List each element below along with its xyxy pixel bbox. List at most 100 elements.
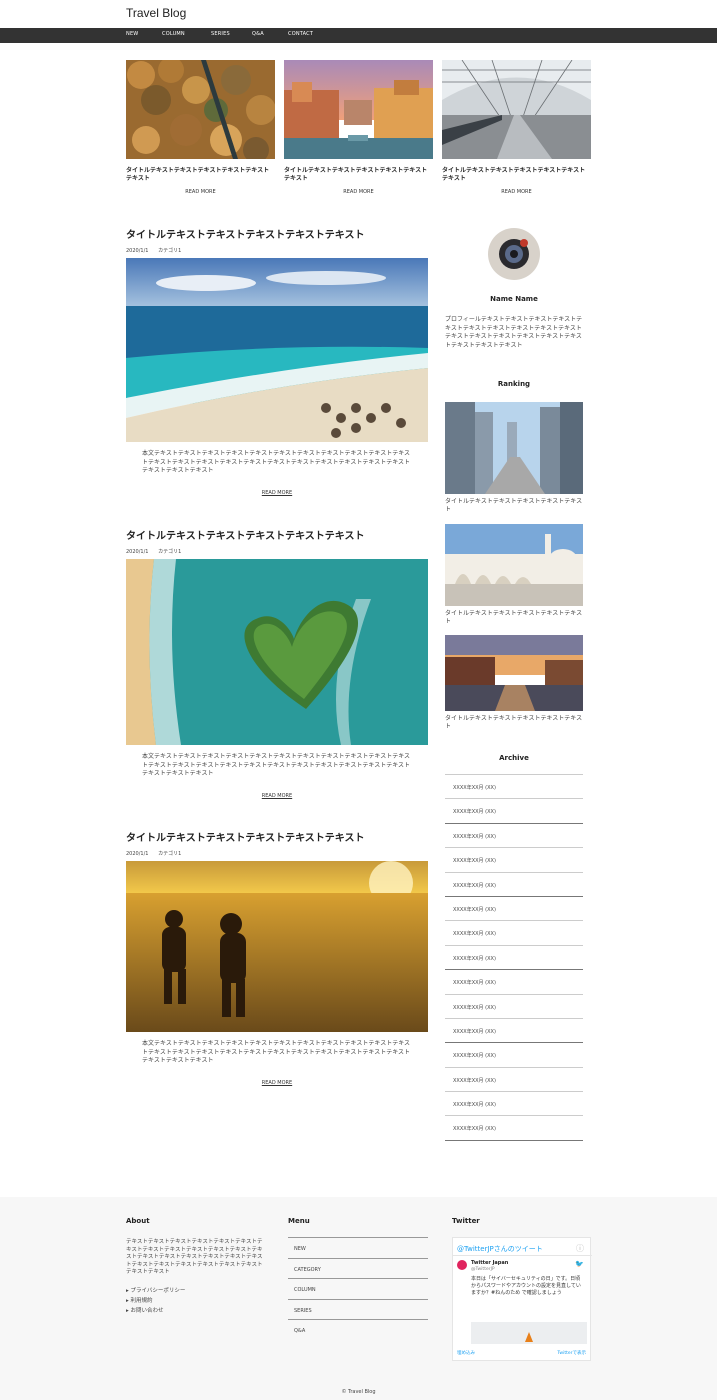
tweet-media[interactable]: [471, 1322, 587, 1344]
post-image-heart-island[interactable]: [126, 559, 428, 745]
about-heading: About: [126, 1217, 150, 1225]
twitter-divider: [453, 1255, 592, 1256]
ranking-title[interactable]: タイトルテキストテキストテキストテキストテキスト: [445, 610, 583, 626]
archive-heading: Archive: [499, 754, 529, 762]
archive-item[interactable]: XXXX年XX月 (XX): [445, 897, 583, 922]
pickup-card[interactable]: タイトルテキストテキストテキストテキストテキストテキスト READ MORE: [126, 60, 275, 195]
read-more-link[interactable]: READ MORE: [284, 189, 433, 195]
ranking-heading: Ranking: [497, 380, 531, 388]
ranking-image-canal[interactable]: [445, 635, 583, 711]
post-date: 2020/1/1: [126, 248, 149, 254]
nav-item-new[interactable]: NEW: [126, 31, 138, 37]
post-date: 2020/1/1: [126, 549, 149, 555]
read-more-link[interactable]: READ MORE: [126, 1080, 428, 1086]
post-title[interactable]: タイトルテキストテキストテキストテキストテキスト: [126, 527, 428, 542]
post-category[interactable]: カテゴリ1: [158, 248, 181, 254]
post-article: タイトルテキストテキストテキストテキストテキスト 2020/1/1 カテゴリ1 …: [126, 226, 428, 496]
tweet-text: 本日は「サイバーセキュリティの日」です。日頃からパスワードやアカウントの設定を見…: [471, 1276, 581, 1296]
post-category[interactable]: カテゴリ1: [158, 549, 181, 555]
ranking-image-city[interactable]: [445, 402, 583, 494]
archive-item[interactable]: XXXX年XX月 (XX): [445, 1116, 583, 1141]
post-meta: 2020/1/1 カテゴリ1: [126, 247, 428, 254]
ranking-image-mosque[interactable]: [445, 524, 583, 606]
ranking-item[interactable]: タイトルテキストテキストテキストテキストテキスト: [445, 402, 583, 514]
archive-item[interactable]: XXXX年XX月 (XX): [445, 921, 583, 946]
ranking-item[interactable]: タイトルテキストテキストテキストテキストテキスト: [445, 524, 583, 626]
post-article: タイトルテキストテキストテキストテキストテキスト 2020/1/1 カテゴリ1 …: [126, 527, 428, 799]
twitter-view-link[interactable]: Twitterで表示: [557, 1350, 586, 1356]
nav-item-column[interactable]: COLUMN: [162, 31, 185, 37]
twitter-avatar[interactable]: [457, 1260, 467, 1270]
footer-menu-item-series[interactable]: SERIES: [288, 1300, 428, 1320]
footer-link-contact[interactable]: ▸ お問い合わせ: [126, 1306, 164, 1314]
post-excerpt: 本文テキストテキストテキストテキストテキストテキストテキストテキストテキストテキ…: [142, 1040, 411, 1064]
about-text: テキストテキストテキストテキストテキストテキストテキストテキストテキストテキスト…: [126, 1239, 263, 1275]
site-title[interactable]: Travel Blog: [126, 6, 186, 20]
ranking-title[interactable]: タイトルテキストテキストテキストテキストテキスト: [445, 498, 583, 514]
pickup-image-venice[interactable]: [284, 60, 433, 159]
global-nav: NEW COLUMN SERIES Q&A CONTACT: [0, 28, 717, 43]
archive-item[interactable]: XXXX年XX月 (XX): [445, 1043, 583, 1068]
footer-menu-item-category[interactable]: CATEGORY: [288, 1259, 428, 1279]
twitter-embed-link[interactable]: 埋め込み: [457, 1350, 475, 1356]
archive-item[interactable]: XXXX年XX月 (XX): [445, 848, 583, 873]
archive-item[interactable]: XXXX年XX月 (XX): [445, 824, 583, 849]
footer-menu-item-new[interactable]: NEW: [288, 1238, 428, 1259]
post-excerpt: 本文テキストテキストテキストテキストテキストテキストテキストテキストテキストテキ…: [142, 450, 411, 474]
pickup-image-station[interactable]: [442, 60, 591, 159]
footer-link-privacy[interactable]: ▸ プライバシーポリシー: [126, 1286, 185, 1294]
read-more-link[interactable]: READ MORE: [442, 189, 591, 195]
post-title[interactable]: タイトルテキストテキストテキストテキストテキスト: [126, 226, 428, 241]
ranking-title[interactable]: タイトルテキストテキストテキストテキストテキスト: [445, 715, 583, 731]
nav-item-contact[interactable]: CONTACT: [288, 31, 313, 37]
twitter-heading: Twitter: [452, 1217, 480, 1225]
twitter-account-name[interactable]: Twitter Japan: [471, 1260, 508, 1266]
archive-item[interactable]: XXXX年XX月 (XX): [445, 970, 583, 995]
archive-item[interactable]: XXXX年XX月 (XX): [445, 946, 583, 971]
post-date: 2020/1/1: [126, 851, 149, 857]
nav-item-series[interactable]: SERIES: [211, 31, 230, 37]
footer-menu: NEW CATEGORY COLUMN SERIES Q&A: [288, 1237, 428, 1341]
pickup-title[interactable]: タイトルテキストテキストテキストテキストテキストテキスト: [442, 167, 591, 183]
archive-item[interactable]: XXXX年XX月 (XX): [445, 1092, 583, 1117]
footer-menu-item-qa[interactable]: Q&A: [288, 1320, 428, 1341]
archive-item[interactable]: XXXX年XX月 (XX): [445, 799, 583, 824]
post-meta: 2020/1/1 カテゴリ1: [126, 850, 428, 857]
read-more-link[interactable]: READ MORE: [126, 793, 428, 799]
profile-text: プロフィールテキストテキストテキストテキストテキストテキストテキストテキストテキ…: [445, 316, 583, 349]
pickup-title[interactable]: タイトルテキストテキストテキストテキストテキストテキスト: [284, 167, 433, 183]
menu-heading: Menu: [288, 1217, 310, 1225]
footer-link-label[interactable]: お問い合わせ: [131, 1308, 164, 1314]
post-image-sunset-kids[interactable]: [126, 861, 428, 1032]
read-more-link[interactable]: READ MORE: [126, 189, 275, 195]
post-category[interactable]: カテゴリ1: [158, 851, 181, 857]
post-meta: 2020/1/1 カテゴリ1: [126, 548, 428, 555]
footer-link-label[interactable]: 利用規約: [131, 1298, 153, 1304]
avatar: [488, 228, 540, 280]
twitter-account-handle[interactable]: @TwitterJP: [471, 1267, 495, 1272]
footer-link-terms[interactable]: ▸ 利用規約: [126, 1296, 153, 1304]
archive-item[interactable]: XXXX年XX月 (XX): [445, 775, 583, 800]
archive-item[interactable]: XXXX年XX月 (XX): [445, 873, 583, 897]
nav-item-qa[interactable]: Q&A: [252, 31, 264, 37]
twitter-widget-info-icon[interactable]: ⓘ: [576, 1243, 584, 1254]
pickup-title[interactable]: タイトルテキストテキストテキストテキストテキストテキスト: [126, 167, 275, 183]
archive-item[interactable]: XXXX年XX月 (XX): [445, 1068, 583, 1093]
footer-link-label[interactable]: プライバシーポリシー: [131, 1288, 186, 1294]
post-title[interactable]: タイトルテキストテキストテキストテキストテキスト: [126, 829, 428, 844]
archive-item[interactable]: XXXX年XX月 (XX): [445, 995, 583, 1019]
pickup-card[interactable]: タイトルテキストテキストテキストテキストテキストテキスト READ MORE: [284, 60, 433, 195]
pickup-card[interactable]: タイトルテキストテキストテキストテキストテキストテキスト READ MORE: [442, 60, 591, 195]
copyright: © Travel Blog: [341, 1389, 376, 1395]
pickup-image-forest[interactable]: [126, 60, 275, 159]
archive-list: XXXX年XX月 (XX) XXXX年XX月 (XX) XXXX年XX月 (XX…: [445, 774, 583, 1141]
read-more-link[interactable]: READ MORE: [126, 490, 428, 496]
footer: About テキストテキストテキストテキストテキストテキストテキストテキストテキ…: [0, 1197, 717, 1400]
twitter-timeline-widget[interactable]: @TwitterJPさんのツイート ⓘ Twitter Japan @Twitt…: [452, 1237, 592, 1361]
ranking-item[interactable]: タイトルテキストテキストテキストテキストテキスト: [445, 635, 583, 731]
footer-menu-item-column[interactable]: COLUMN: [288, 1279, 428, 1300]
twitter-widget-header[interactable]: @TwitterJPさんのツイート: [457, 1244, 543, 1254]
post-image-beach[interactable]: [126, 258, 428, 442]
archive-item[interactable]: XXXX年XX月 (XX): [445, 1019, 583, 1044]
post-excerpt: 本文テキストテキストテキストテキストテキストテキストテキストテキストテキストテキ…: [142, 753, 411, 777]
